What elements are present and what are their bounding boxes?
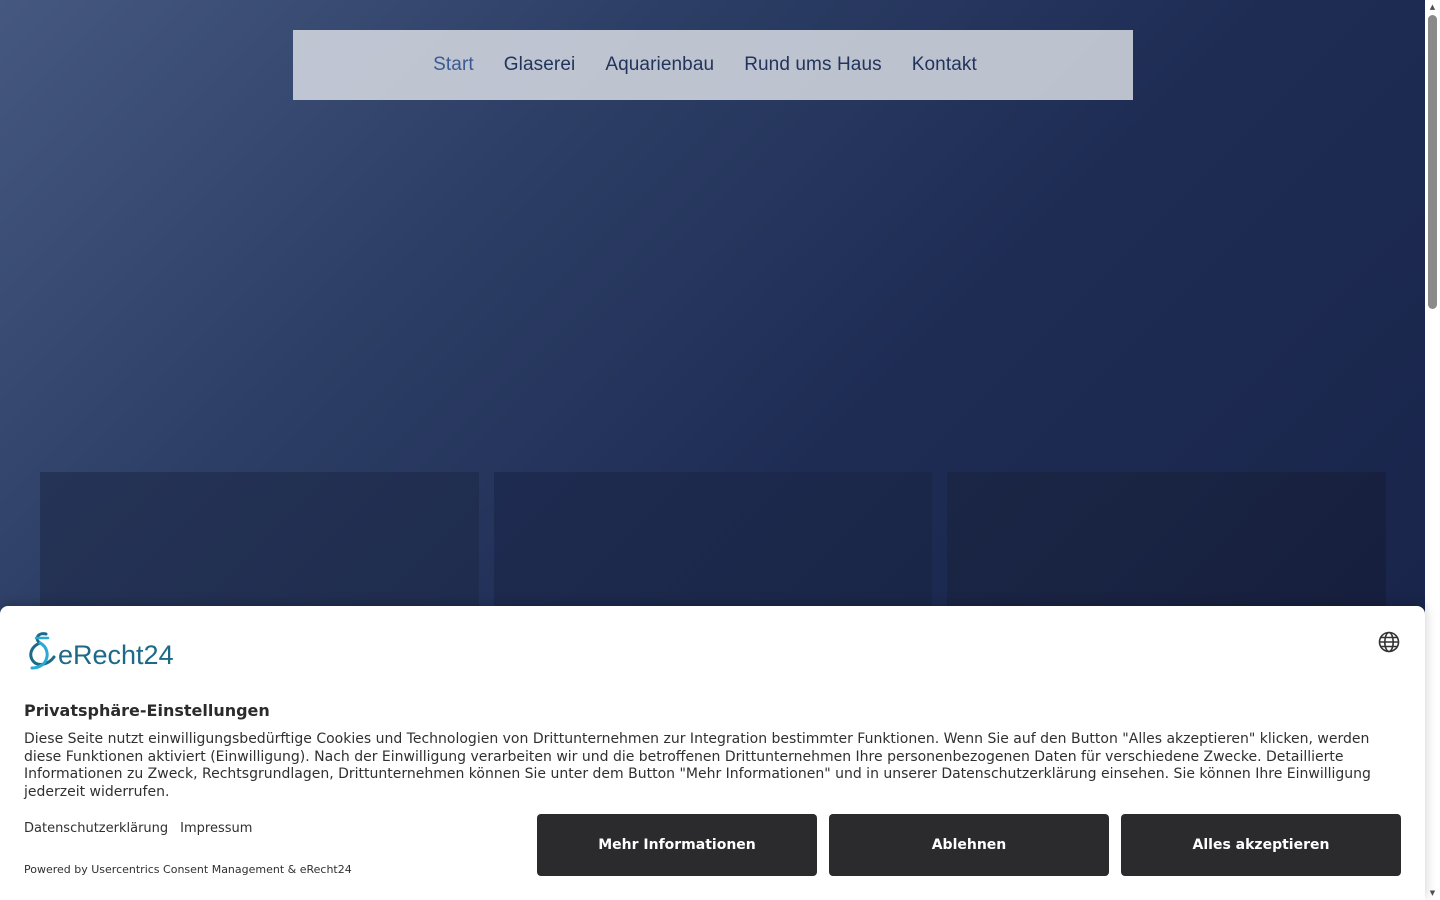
imprint-link[interactable]: Impressum bbox=[180, 821, 252, 836]
language-button[interactable] bbox=[1377, 630, 1401, 654]
main-navigation: Start Glaserei Aquarienbau Rund ums Haus… bbox=[293, 30, 1133, 100]
nav-item-aquarienbau[interactable]: Aquarienbau bbox=[605, 54, 714, 76]
consent-description: Diese Seite nutzt einwilligungsbedürftig… bbox=[24, 731, 1371, 800]
feature-card[interactable] bbox=[40, 472, 479, 606]
ampersand-logo-icon bbox=[29, 632, 56, 670]
scroll-down-arrow-icon[interactable]: ▼ bbox=[1425, 886, 1440, 900]
feature-card[interactable] bbox=[947, 472, 1387, 606]
feature-card[interactable] bbox=[493, 472, 933, 606]
logo-text: eRecht24 bbox=[58, 640, 174, 670]
accept-all-button[interactable]: Alles akzeptieren bbox=[1121, 814, 1401, 876]
consent-title: Privatsphäre-Einstellungen bbox=[24, 701, 270, 720]
nav-item-glaserei[interactable]: Glaserei bbox=[504, 54, 576, 76]
deny-button[interactable]: Ablehnen bbox=[829, 814, 1109, 876]
erecht24-logo: eRecht24 bbox=[24, 630, 174, 670]
powered-by-text: Powered by Usercentrics Consent Manageme… bbox=[24, 863, 352, 876]
consent-links: Datenschutzerklärung Impressum bbox=[24, 821, 252, 836]
nav-item-rund-ums-haus[interactable]: Rund ums Haus bbox=[744, 54, 882, 76]
page-scrollbar[interactable]: ▲ ▼ bbox=[1425, 0, 1440, 900]
globe-icon bbox=[1378, 631, 1400, 653]
nav-item-start[interactable]: Start bbox=[433, 54, 474, 76]
scroll-up-arrow-icon[interactable]: ▲ bbox=[1425, 0, 1440, 14]
nav-item-kontakt[interactable]: Kontakt bbox=[912, 54, 977, 76]
privacy-policy-link[interactable]: Datenschutzerklärung bbox=[24, 821, 168, 836]
feature-cards bbox=[40, 472, 1387, 606]
scrollbar-thumb[interactable] bbox=[1428, 15, 1437, 309]
cookie-consent-banner: eRecht24 Privatsphäre-Einstellungen Dies… bbox=[0, 606, 1425, 900]
more-information-button[interactable]: Mehr Informationen bbox=[537, 814, 817, 876]
